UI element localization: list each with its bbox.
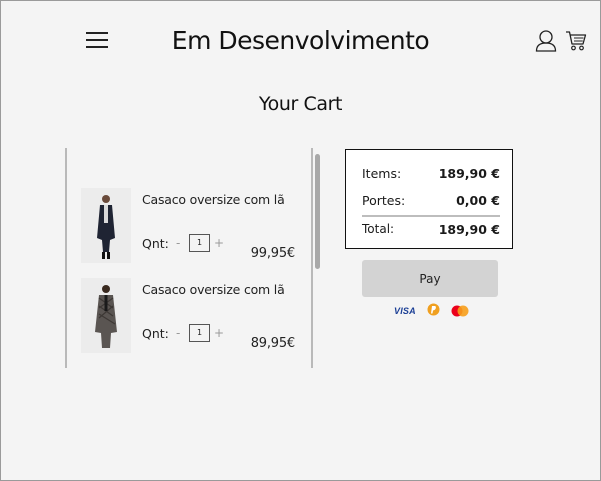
list-divider-right: [311, 148, 313, 368]
user-icon[interactable]: [535, 29, 557, 57]
product-price: 89,95€: [250, 336, 295, 351]
cart-item: Casaco oversize com lã Qnt: - 1 + 89,95€: [81, 278, 301, 358]
summary-shipping-row: Portes: 0,00 €: [362, 193, 500, 208]
product-price: 99,95€: [250, 246, 295, 261]
summary-items-value: 189,90 €: [438, 166, 500, 181]
quantity-input[interactable]: 1: [189, 234, 210, 252]
summary-total-label: Total:: [362, 222, 395, 236]
mastercard-icon: [451, 302, 469, 321]
cart-scrollbar[interactable]: [315, 154, 320, 269]
cart-heading: Your Cart: [258, 93, 343, 115]
summary-total-row: Total: 189,90 €: [362, 222, 500, 237]
product-name[interactable]: Casaco oversize com lã: [142, 192, 285, 207]
quantity-increase-button[interactable]: +: [214, 326, 224, 340]
visa-icon: VISA: [394, 306, 416, 316]
product-image[interactable]: [81, 188, 131, 263]
quantity-label: Qnt:: [142, 326, 169, 341]
payment-methods: VISA: [394, 303, 469, 319]
summary-shipping-value: 0,00 €: [456, 193, 500, 208]
shopping-cart-icon[interactable]: [565, 30, 587, 56]
quantity-decrease-button[interactable]: -: [176, 236, 180, 250]
quantity-increase-button[interactable]: +: [214, 236, 224, 250]
summary-items-row: Items: 189,90 €: [362, 166, 500, 181]
list-divider-left: [65, 148, 67, 368]
summary-divider: [362, 215, 500, 217]
paypal-icon: [427, 302, 440, 321]
quantity-label: Qnt:: [142, 236, 169, 251]
pay-button[interactable]: Pay: [362, 260, 498, 297]
summary-total-value: 189,90 €: [438, 222, 500, 237]
product-image[interactable]: [81, 278, 131, 353]
cart-item: Casaco oversize com lã Qnt: - 1 + 99,95€: [81, 188, 301, 268]
quantity-input[interactable]: 1: [189, 324, 210, 342]
product-name[interactable]: Casaco oversize com lã: [142, 282, 285, 297]
quantity-decrease-button[interactable]: -: [176, 326, 180, 340]
order-summary: Items: 189,90 € Portes: 0,00 € Total: 18…: [345, 149, 513, 249]
summary-shipping-label: Portes:: [362, 193, 406, 208]
site-title: Em Desenvolvimento: [171, 26, 430, 55]
app-frame: Em Desenvolvimento Your Cart Casaco over…: [0, 0, 601, 481]
summary-items-label: Items:: [362, 166, 402, 181]
